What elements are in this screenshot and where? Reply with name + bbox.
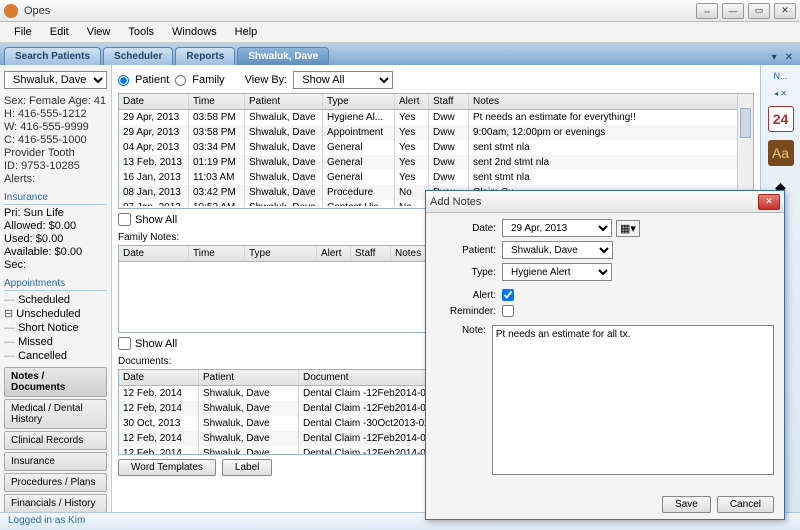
dictionary-icon[interactable]: Aa	[768, 140, 794, 166]
patient-info: Sex: Female Age: 41 H: 416-555-1212 W: 4…	[4, 95, 107, 186]
showall-2[interactable]	[118, 337, 131, 350]
insurance-head: Insurance	[4, 192, 107, 205]
menu-file[interactable]: File	[6, 24, 40, 40]
patient-select-dlg[interactable]: Shwaluk, Dave	[502, 241, 613, 259]
appointments-tree: Scheduled Unscheduled Short Notice Misse…	[4, 293, 107, 363]
table-row[interactable]: 29 Apr, 201303:58 PMShwaluk, DaveAppoint…	[119, 125, 753, 140]
word-templates-button[interactable]: Word Templates	[118, 459, 216, 476]
panel-notes[interactable]: Notes / Documents	[4, 367, 107, 397]
table-row[interactable]: 16 Jan, 201311:03 AMShwaluk, DaveGeneral…	[119, 170, 753, 185]
menubar: File Edit View Tools Windows Help	[0, 22, 800, 43]
save-button[interactable]: Save	[662, 496, 711, 513]
table-row[interactable]: 04 Apr, 201303:34 PMShwaluk, DaveGeneral…	[119, 140, 753, 155]
titlebar: Opes ⇔ — ▭ ✕	[0, 0, 800, 22]
tree-missed[interactable]: Missed	[4, 335, 107, 349]
menu-tools[interactable]: Tools	[120, 24, 162, 40]
tab-dropdown-icon[interactable]: ▾	[769, 52, 780, 63]
maximize-btn[interactable]: ▭	[748, 3, 770, 19]
tree-cancelled[interactable]: Cancelled	[4, 349, 107, 363]
label-button[interactable]: Label	[222, 459, 272, 476]
tab-patient[interactable]: Shwaluk, Dave	[237, 47, 329, 65]
showall-1[interactable]	[118, 213, 131, 226]
tab-scheduler[interactable]: Scheduler	[103, 47, 173, 65]
close-btn[interactable]: ✕	[774, 3, 796, 19]
radio-family[interactable]	[175, 75, 186, 86]
menu-view[interactable]: View	[79, 24, 119, 40]
date-picker-icon[interactable]: ▦▾	[616, 220, 640, 237]
menu-windows[interactable]: Windows	[164, 24, 225, 40]
panel-financials[interactable]: Financials / History	[4, 494, 107, 513]
tree-scheduled[interactable]: Scheduled	[4, 293, 107, 307]
alert-checkbox[interactable]	[502, 289, 514, 301]
tree-unscheduled[interactable]: Unscheduled	[4, 307, 107, 321]
minimize-btn[interactable]: —	[722, 3, 744, 19]
panel-medical[interactable]: Medical / Dental History	[4, 399, 107, 429]
date-select[interactable]: 29 Apr, 2013	[502, 219, 612, 237]
patient-select[interactable]: Shwaluk, Dave	[4, 71, 107, 89]
panel-procedures[interactable]: Procedures / Plans	[4, 473, 107, 492]
menu-edit[interactable]: Edit	[42, 24, 77, 40]
reminder-checkbox[interactable]	[502, 305, 514, 317]
type-select[interactable]: Hygiene Alert	[502, 263, 612, 281]
dialog-title: Add Notes	[430, 196, 758, 208]
table-row[interactable]: 29 Apr, 201303:58 PMShwaluk, DaveHygiene…	[119, 110, 753, 125]
panel-clinical[interactable]: Clinical Records	[4, 431, 107, 450]
insurance-info: Pri: Sun Life Allowed: $0.00 Used: $0.00…	[4, 207, 107, 272]
panel-insurance[interactable]: Insurance	[4, 452, 107, 471]
sidebar: Shwaluk, Dave Sex: Female Age: 41 H: 416…	[0, 65, 112, 519]
appointments-head: Appointments	[4, 278, 107, 291]
menu-help[interactable]: Help	[227, 24, 266, 40]
tree-shortnotice[interactable]: Short Notice	[4, 321, 107, 335]
calendar-icon[interactable]: 24	[768, 106, 794, 132]
tabbar: Search Patients Scheduler Reports Shwalu…	[0, 43, 800, 65]
add-notes-dialog: Add Notes ✕ Date:29 Apr, 2013▦▾ Patient:…	[425, 190, 785, 520]
resize-btn[interactable]: ⇔	[696, 3, 718, 19]
app-title: Opes	[24, 5, 696, 17]
app-icon	[4, 4, 18, 18]
tab-reports[interactable]: Reports	[175, 47, 235, 65]
cancel-button[interactable]: Cancel	[717, 496, 774, 513]
viewby-select[interactable]: Show All	[293, 71, 393, 89]
tab-close-icon[interactable]: ✕	[782, 52, 796, 63]
tab-search-patients[interactable]: Search Patients	[4, 47, 101, 65]
table-row[interactable]: 13 Feb, 201301:19 PMShwaluk, DaveGeneral…	[119, 155, 753, 170]
radio-patient[interactable]	[118, 75, 129, 86]
dialog-close-icon[interactable]: ✕	[758, 194, 780, 210]
note-textarea[interactable]	[492, 325, 774, 475]
